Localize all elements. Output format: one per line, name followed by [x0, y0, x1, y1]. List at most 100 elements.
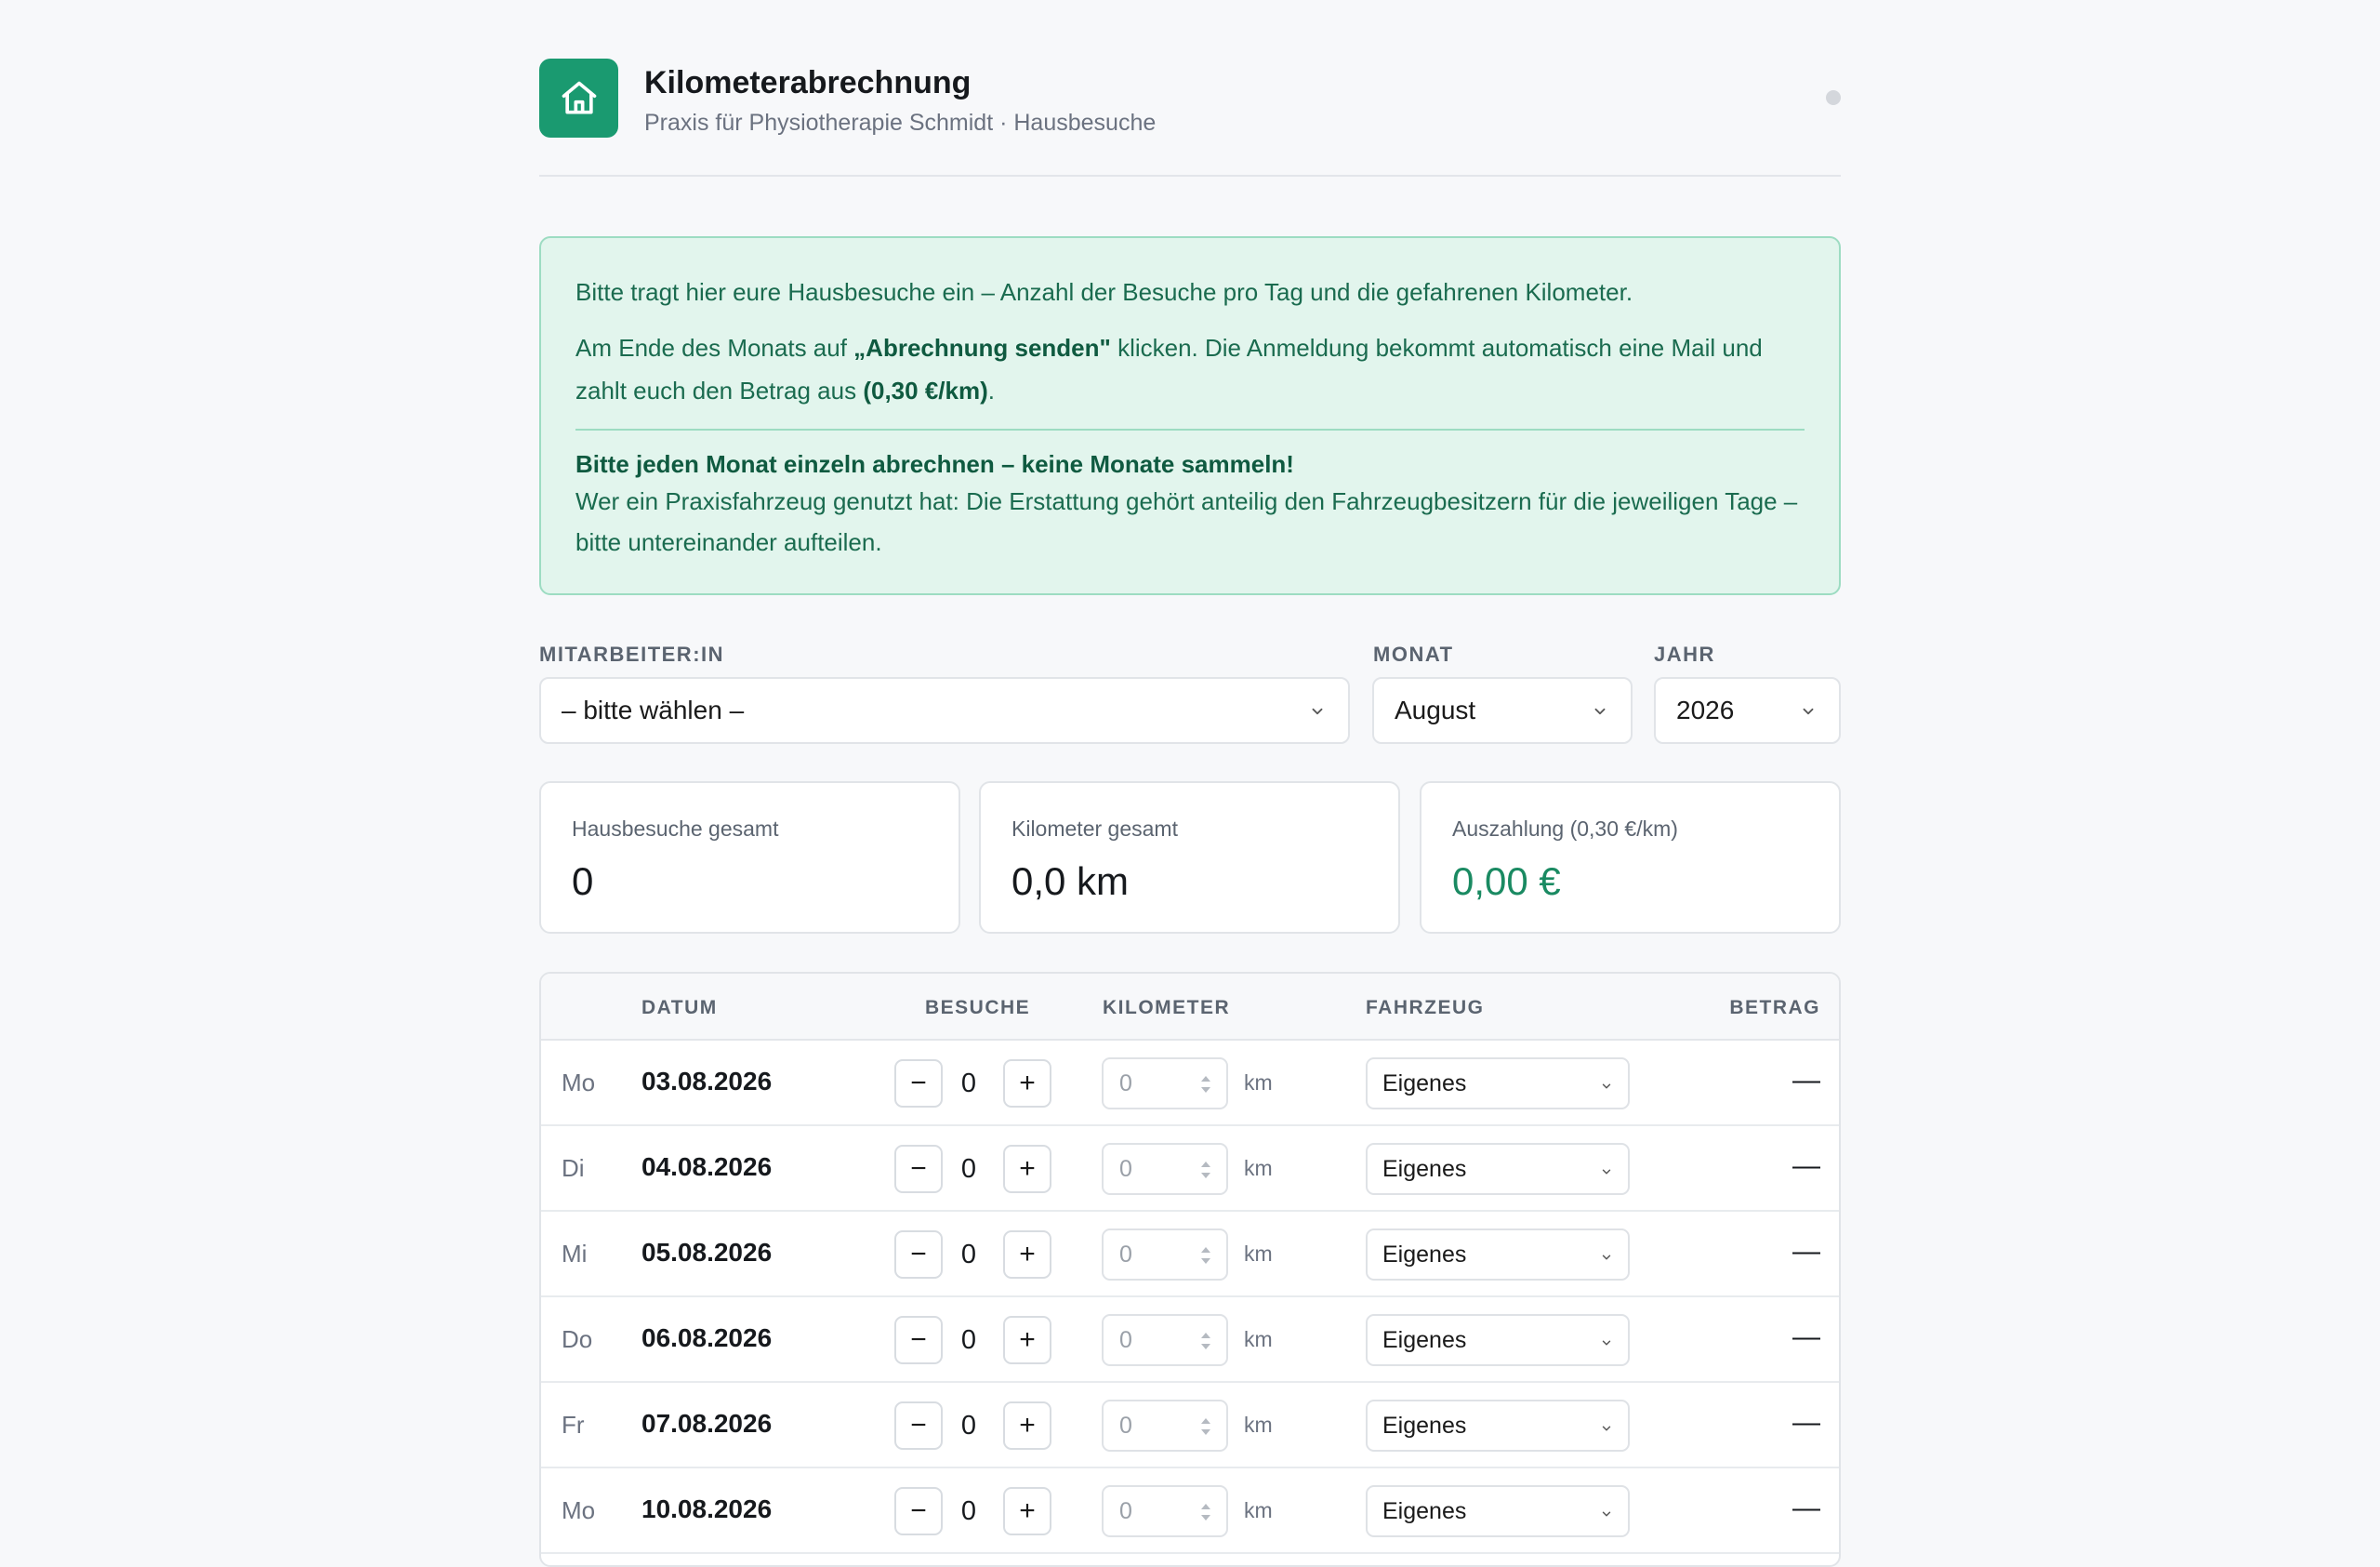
visits-count: 0 [960, 1069, 977, 1098]
decrement-button[interactable]: − [894, 1316, 943, 1364]
month-label: MONAT [1373, 643, 1454, 666]
spinner-icon[interactable] [1198, 1329, 1213, 1353]
vehicle-select-value: Eigenes [1382, 1155, 1467, 1182]
spinner-icon[interactable] [1198, 1158, 1213, 1182]
km-placeholder: 0 [1119, 1155, 1132, 1182]
date: 07.08.2026 [641, 1409, 773, 1438]
weekday: Mo [562, 1069, 596, 1096]
km-placeholder: 0 [1119, 1412, 1132, 1439]
vehicle-select-value: Eigenes [1382, 1241, 1467, 1268]
weekday: Mi [562, 1240, 588, 1268]
weekday: Di [562, 1154, 585, 1182]
table-row: Di 04.08.2026 − 0 + 0 km Eigenes — [541, 1126, 1839, 1212]
visits-count: 0 [960, 1411, 977, 1441]
vehicle-select-value: Eigenes [1382, 1069, 1467, 1096]
column-header-amount: BETRAG [1729, 997, 1820, 1018]
stat-label: Hausbesuche gesamt [572, 817, 779, 841]
table-row: Mo 03.08.2026 − 0 + 0 km Eigenes — [541, 1041, 1839, 1126]
info-text-1: Bitte tragt hier eure Hausbesuche ein – … [575, 278, 1633, 306]
row-amount: — [1792, 1493, 1820, 1523]
house-icon [539, 59, 618, 138]
table-row: Mo 10.08.2026 − 0 + 0 km Eigenes — [541, 1468, 1839, 1554]
decrement-button[interactable]: − [894, 1145, 943, 1193]
increment-button[interactable]: + [1003, 1059, 1051, 1108]
decrement-button[interactable]: − [894, 1487, 943, 1535]
chevron-down-icon [1803, 708, 1814, 715]
vehicle-select[interactable]: Eigenes [1366, 1314, 1630, 1366]
days-table: DATUM BESUCHE KILOMETER FAHRZEUG BETRAG … [539, 972, 1841, 1567]
km-placeholder: 0 [1119, 1241, 1132, 1268]
km-unit: km [1244, 1070, 1273, 1095]
decrement-button[interactable]: − [894, 1401, 943, 1450]
column-header-visits: BESUCHE [925, 997, 1031, 1018]
decrement-button[interactable]: − [894, 1230, 943, 1279]
info-box: Bitte tragt hier eure Hausbesuche ein – … [539, 236, 1841, 595]
km-unit: km [1244, 1242, 1273, 1266]
row-amount: — [1792, 1321, 1820, 1352]
spinner-icon[interactable] [1198, 1414, 1213, 1439]
spinner-icon[interactable] [1198, 1243, 1213, 1268]
km-input[interactable]: 0 [1102, 1228, 1228, 1281]
decrement-button[interactable]: − [894, 1059, 943, 1108]
page-title: Kilometerabrechnung [644, 65, 972, 100]
increment-button[interactable]: + [1003, 1230, 1051, 1279]
chevron-down-icon [1594, 708, 1606, 715]
spinner-icon[interactable] [1198, 1500, 1213, 1524]
vehicle-select[interactable]: Eigenes [1366, 1400, 1630, 1452]
vehicle-select[interactable]: Eigenes [1366, 1143, 1630, 1195]
weekday: Mo [562, 1496, 596, 1524]
row-amount: — [1792, 1236, 1820, 1267]
date: 10.08.2026 [641, 1494, 773, 1523]
increment-button[interactable]: + [1003, 1145, 1051, 1193]
chevron-down-icon [1602, 1255, 1611, 1260]
date: 04.08.2026 [641, 1152, 773, 1181]
stat-card-km: Kilometer gesamt 0,0 km [979, 781, 1400, 934]
vehicle-select[interactable]: Eigenes [1366, 1485, 1630, 1537]
row-amount: — [1792, 1150, 1820, 1181]
km-unit: km [1244, 1156, 1273, 1180]
employee-select[interactable]: – bitte wählen – [539, 677, 1350, 744]
chevron-down-icon [1602, 1426, 1611, 1431]
table-row: Fr 07.08.2026 − 0 + 0 km Eigenes — [541, 1383, 1839, 1468]
year-label: JAHR [1654, 643, 1715, 666]
row-amount: — [1792, 1407, 1820, 1438]
year-select[interactable]: 2026 [1654, 677, 1841, 744]
column-header-date: DATUM [641, 997, 718, 1018]
km-input[interactable]: 0 [1102, 1143, 1228, 1195]
table-row: Do 06.08.2026 − 0 + 0 km Eigenes — [541, 1297, 1839, 1383]
weekday: Do [562, 1325, 593, 1353]
km-unit: km [1244, 1498, 1273, 1522]
stat-card-payout: Auszahlung (0,30 €/km) 0,00 € [1420, 781, 1841, 934]
vehicle-select[interactable]: Eigenes [1366, 1057, 1630, 1109]
chevron-down-icon [1312, 708, 1323, 715]
spinner-icon[interactable] [1198, 1072, 1213, 1096]
date: 03.08.2026 [641, 1067, 773, 1096]
vehicle-select-value: Eigenes [1382, 1326, 1467, 1353]
km-input[interactable]: 0 [1102, 1314, 1228, 1366]
column-header-km: KILOMETER [1103, 997, 1231, 1018]
km-unit: km [1244, 1413, 1273, 1437]
visits-count: 0 [960, 1496, 977, 1526]
app-container: Kilometerabrechnung Praxis für Physiothe… [539, 0, 1841, 1567]
app-header: Kilometerabrechnung Praxis für Physiothe… [539, 0, 1841, 177]
increment-button[interactable]: + [1003, 1487, 1051, 1535]
month-select-value: August [1395, 696, 1476, 724]
increment-button[interactable]: + [1003, 1316, 1051, 1364]
year-select-value: 2026 [1676, 696, 1735, 724]
visits-count: 0 [960, 1154, 977, 1184]
increment-button[interactable]: + [1003, 1401, 1051, 1450]
table-header: DATUM BESUCHE KILOMETER FAHRZEUG BETRAG [541, 974, 1839, 1041]
vehicle-select[interactable]: Eigenes [1366, 1228, 1630, 1281]
km-input[interactable]: 0 [1102, 1057, 1228, 1109]
date: 05.08.2026 [641, 1238, 773, 1267]
km-input[interactable]: 0 [1102, 1400, 1228, 1452]
month-select[interactable]: August [1372, 677, 1633, 744]
table-row: Mi 05.08.2026 − 0 + 0 km Eigenes — [541, 1212, 1839, 1297]
km-input[interactable]: 0 [1102, 1485, 1228, 1537]
stat-label: Auszahlung (0,30 €/km) [1452, 817, 1678, 841]
info-text-2: Am Ende des Monats auf „Abrechnung sende… [575, 326, 1805, 412]
chevron-down-icon [1602, 1511, 1611, 1517]
info-text-2d: (0,30 €/km) [863, 377, 988, 405]
vehicle-select-value: Eigenes [1382, 1412, 1467, 1439]
weekday: Fr [562, 1411, 585, 1439]
